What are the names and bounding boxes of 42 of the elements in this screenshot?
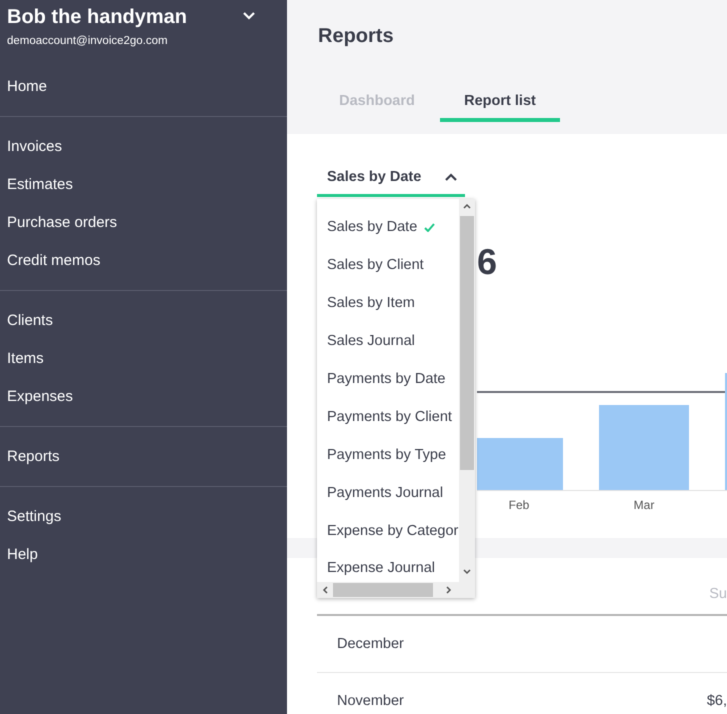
nav-item[interactable]: Invoices <box>0 128 287 166</box>
caret-up-icon <box>445 173 457 181</box>
dropdown-option[interactable]: Sales by Date <box>317 208 459 246</box>
table-cell: $6, <box>706 693 727 709</box>
axis-label: Mar <box>634 498 654 512</box>
dropdown-option[interactable]: Expense Journal <box>317 550 459 582</box>
nav-item[interactable]: Estimates <box>0 166 287 204</box>
total-amount: 6 <box>477 240 498 284</box>
dropdown-option[interactable]: Payments by Type <box>317 436 459 474</box>
scrollbar-thumb[interactable] <box>333 583 433 597</box>
page-title: Reports <box>318 24 394 48</box>
dropdown-option[interactable]: Payments by Date <box>317 360 459 398</box>
nav-item[interactable]: Purchase orders <box>0 204 287 242</box>
dropdown-option[interactable]: Sales by Client <box>317 246 459 284</box>
nav-item[interactable]: Help <box>0 536 287 574</box>
vertical-scrollbar[interactable] <box>459 199 475 582</box>
nav-item[interactable]: Items <box>0 340 287 378</box>
account-email: demoaccount@invoice2go.com <box>7 35 168 47</box>
table-cell: December <box>337 636 404 652</box>
tab[interactable]: Report list <box>440 84 560 122</box>
axis-label: Feb <box>508 498 530 512</box>
column-header: Su <box>709 586 727 602</box>
scrollbar-thumb[interactable] <box>460 216 474 470</box>
nav-item[interactable]: Settings <box>0 498 287 536</box>
chevron-down-icon[interactable] <box>242 11 256 21</box>
horizontal-scrollbar[interactable] <box>317 582 475 598</box>
dropdown-option[interactable]: Sales Journal <box>317 322 459 360</box>
scroll-right-icon[interactable] <box>446 586 452 594</box>
nav-item[interactable]: Reports <box>0 438 287 476</box>
dropdown-option[interactable]: Payments by Client <box>317 398 459 436</box>
nav-item[interactable]: Expenses <box>0 378 287 416</box>
scroll-up-icon[interactable] <box>463 203 471 209</box>
nav-item[interactable]: Credit memos <box>0 242 287 280</box>
dropdown-option[interactable]: Expense by Categor <box>317 512 459 550</box>
dropdown-option[interactable]: Sales by Item <box>317 284 459 322</box>
scroll-down-icon[interactable] <box>463 569 471 575</box>
nav-item[interactable]: Clients <box>0 302 287 340</box>
table-cell: November <box>337 693 404 709</box>
scroll-left-icon[interactable] <box>322 586 328 594</box>
nav-item[interactable]: Home <box>0 68 287 106</box>
dropdown-option[interactable]: Payments Journal <box>317 474 459 512</box>
account-name: Bob the handyman <box>7 5 188 29</box>
